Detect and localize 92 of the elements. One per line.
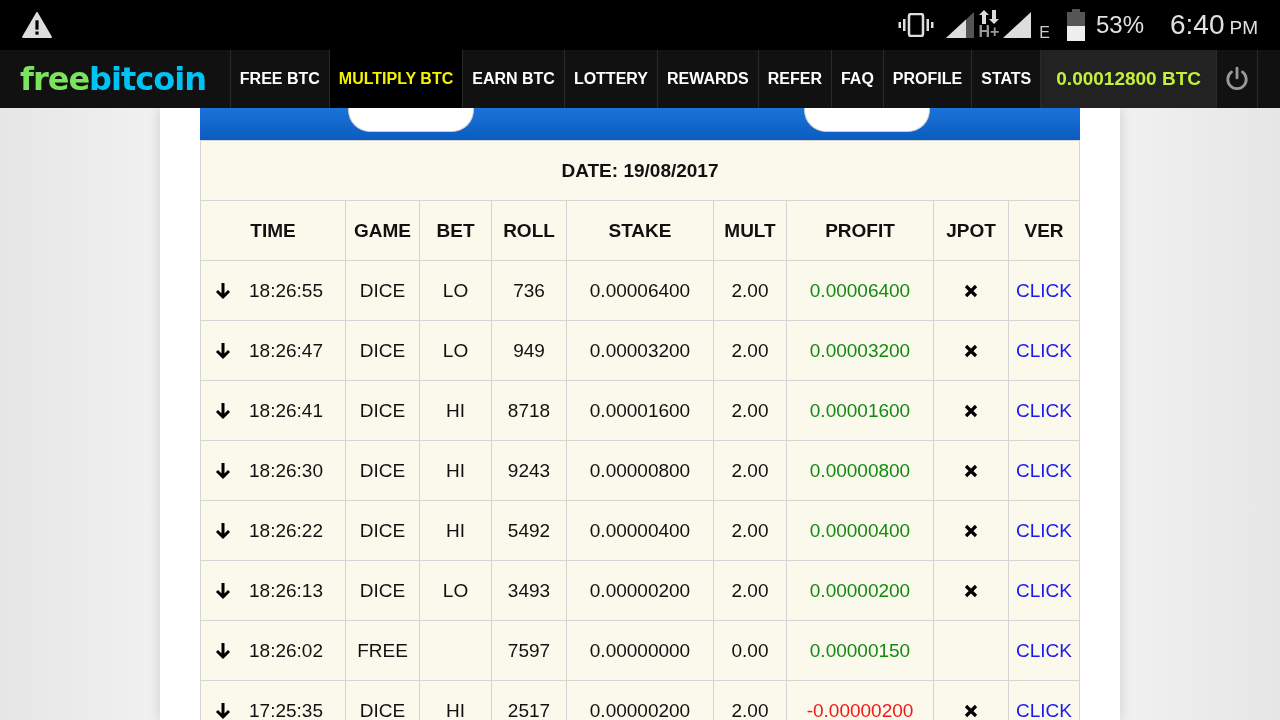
column-header: MULT xyxy=(713,200,787,261)
signal-icon xyxy=(1003,12,1032,38)
arrow-down-icon xyxy=(215,401,231,420)
table-cell: 5492 xyxy=(491,500,567,561)
power-icon xyxy=(1224,66,1250,92)
network-label: E xyxy=(1039,24,1050,42)
table-cell: 3493 xyxy=(491,560,567,621)
pager-button[interactable] xyxy=(348,108,474,132)
warning-icon xyxy=(22,12,52,38)
table-cell: LO xyxy=(419,260,492,321)
battery-icon xyxy=(1065,9,1086,41)
arrow-down-icon xyxy=(215,521,231,540)
table-cell: LO xyxy=(419,560,492,621)
table-cell: 9243 xyxy=(491,440,567,501)
site-logo[interactable]: freebitcoin xyxy=(0,50,206,108)
column-header: VER xyxy=(1008,200,1080,261)
time-text: 18:26:41 xyxy=(249,399,323,422)
table-cell: DICE xyxy=(345,440,420,501)
column-header: JPOT xyxy=(933,200,1009,261)
time-text: 17:25:35 xyxy=(249,699,323,720)
clock-time: 6:40 xyxy=(1170,9,1225,41)
pager-button[interactable] xyxy=(804,108,930,132)
table-cell: 2.00 xyxy=(713,380,787,441)
table-cell: 7597 xyxy=(491,620,567,681)
table-cell: 0.00003200 xyxy=(566,320,714,381)
nav-link[interactable]: FREE BTC xyxy=(229,50,329,108)
table-cell: 2.00 xyxy=(713,320,787,381)
table-cell: 0.00001600 xyxy=(566,380,714,441)
table-cell: 949 xyxy=(491,320,567,381)
table-cell: 0.00 xyxy=(713,620,787,681)
table-cell: DICE xyxy=(345,560,420,621)
network-label: H+ xyxy=(978,24,1000,40)
profit-cell: 0.00006400 xyxy=(786,260,934,321)
table-cell: 0.00000400 xyxy=(566,500,714,561)
balance-display: 0.00012800 BTC xyxy=(1040,50,1216,108)
date-heading: DATE: 19/08/2017 xyxy=(200,140,1080,201)
arrow-down-icon xyxy=(215,281,231,300)
logout-button[interactable] xyxy=(1216,50,1258,108)
time-text: 18:26:02 xyxy=(249,639,323,662)
arrow-down-icon xyxy=(215,341,231,360)
column-header: PROFIT xyxy=(786,200,934,261)
table-cell: DICE xyxy=(345,380,420,441)
table-cell: HI xyxy=(419,500,492,561)
table-cell: 8718 xyxy=(491,380,567,441)
profit-cell: 0.00003200 xyxy=(786,320,934,381)
time-text: 18:26:22 xyxy=(249,519,323,542)
nav-link[interactable]: MULTIPLY BTC xyxy=(328,50,463,108)
table-cell: 0.00006400 xyxy=(566,260,714,321)
column-header: GAME xyxy=(345,200,420,261)
nav-link[interactable]: LOTTERY xyxy=(563,50,657,108)
profit-cell: 0.00000800 xyxy=(786,440,934,501)
column-header: BET xyxy=(419,200,492,261)
signal-icon xyxy=(946,12,975,38)
profit-cell: 0.00001600 xyxy=(786,380,934,441)
profit-cell: 0.00000200 xyxy=(786,560,934,621)
column-header: TIME xyxy=(200,200,346,261)
column-header: STAKE xyxy=(566,200,714,261)
arrow-down-icon xyxy=(215,701,231,720)
table-cell: 0.00000000 xyxy=(566,620,714,681)
table-cell: FREE xyxy=(345,620,420,681)
nav-link[interactable]: REFER xyxy=(757,50,831,108)
time-text: 18:26:13 xyxy=(249,579,323,602)
table-cell: DICE xyxy=(345,500,420,561)
clock-period: PM xyxy=(1229,17,1258,39)
table-cell: 2.00 xyxy=(713,560,787,621)
table-cell: DICE xyxy=(345,320,420,381)
table-cell: 0.00000200 xyxy=(566,560,714,621)
battery-percent: 53% xyxy=(1095,11,1144,39)
arrow-down-icon xyxy=(215,641,231,660)
table-cell: 2.00 xyxy=(713,500,787,561)
data-arrows-icon xyxy=(978,10,999,24)
table-cell: HI xyxy=(419,440,492,501)
nav-link[interactable]: FAQ xyxy=(830,50,883,108)
nav-link[interactable]: PROFILE xyxy=(882,50,972,108)
vibrate-icon xyxy=(898,13,935,37)
profit-cell: 0.00000400 xyxy=(786,500,934,561)
table-cell: 736 xyxy=(491,260,567,321)
time-text: 18:26:55 xyxy=(249,279,323,302)
profit-cell: 0.00000150 xyxy=(786,620,934,681)
table-cell: 2.00 xyxy=(713,440,787,501)
table-cell: HI xyxy=(419,380,492,441)
column-header: ROLL xyxy=(491,200,567,261)
time-text: 18:26:47 xyxy=(249,339,323,362)
arrow-down-icon xyxy=(215,581,231,600)
table-cell: 2.00 xyxy=(713,260,787,321)
nav-link[interactable]: EARN BTC xyxy=(462,50,564,108)
arrow-down-icon xyxy=(215,461,231,480)
table-cell: DICE xyxy=(345,260,420,321)
table-cell: LO xyxy=(419,320,492,381)
time-text: 18:26:30 xyxy=(249,459,323,482)
table-cell: 0.00000800 xyxy=(566,440,714,501)
nav-link[interactable]: REWARDS xyxy=(656,50,758,108)
